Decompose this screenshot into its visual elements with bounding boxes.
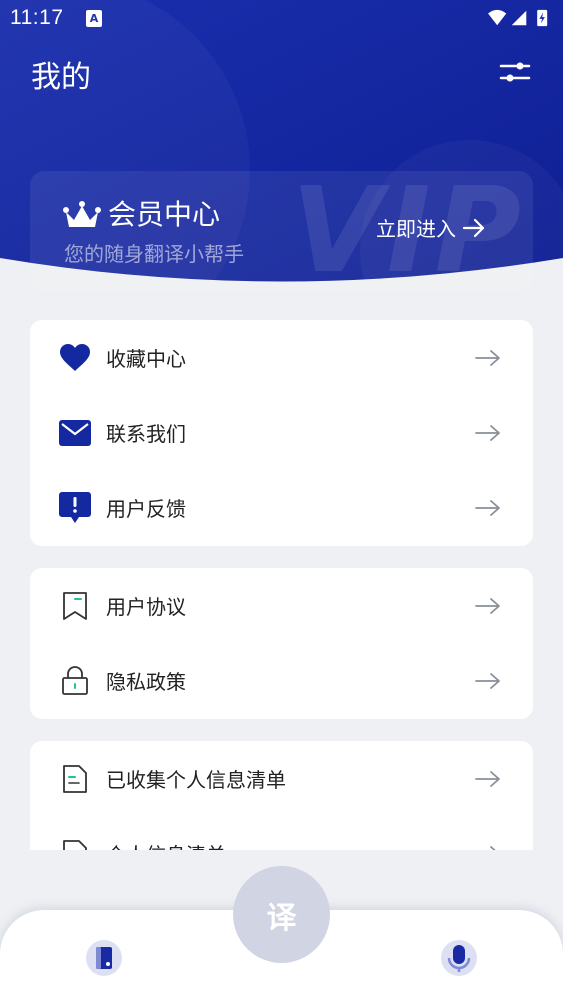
- vip-card[interactable]: VIP 会员中心 您的随身翻译小帮手 立即进入: [30, 171, 533, 291]
- translate-button[interactable]: 译: [233, 866, 330, 963]
- document-icon: [58, 762, 92, 796]
- feedback-icon: [58, 491, 92, 525]
- arrow-right-icon: [475, 424, 500, 441]
- menu-item-label: 用户反馈: [106, 497, 186, 521]
- arrow-right-icon: [475, 770, 500, 787]
- menu-item-feedback[interactable]: 用户反馈: [30, 470, 533, 545]
- vip-enter-button[interactable]: 立即进入: [376, 213, 486, 242]
- arrow-right-icon: [475, 349, 500, 366]
- notification-icon: A: [86, 10, 102, 27]
- lock-icon: [58, 664, 92, 698]
- menu-item-label: 隐私政策: [106, 670, 186, 694]
- wifi-icon: [488, 9, 507, 26]
- arrow-right-icon: [475, 597, 500, 614]
- vip-subtitle: 您的随身翻译小帮手: [64, 242, 244, 266]
- menu-card-primary: 收藏中心 联系我们 用户反馈: [30, 320, 533, 546]
- signal-icon: [511, 10, 527, 26]
- menu-item-label: 已收集个人信息清单: [106, 768, 286, 792]
- menu-item-favorites[interactable]: 收藏中心: [30, 320, 533, 395]
- battery-icon: [537, 9, 548, 27]
- status-bar: 11:17 A: [0, 0, 563, 38]
- menu-item-collected-info-list[interactable]: 已收集个人信息清单: [30, 741, 533, 816]
- menu-item-contact[interactable]: 联系我们: [30, 395, 533, 470]
- tab-microphone-icon[interactable]: [439, 938, 479, 978]
- menu-item-label: 联系我们: [106, 422, 186, 446]
- crown-icon: [63, 201, 101, 227]
- tab-book-icon[interactable]: [84, 938, 124, 978]
- menu-item-privacy-policy[interactable]: 隐私政策: [30, 643, 533, 718]
- translate-label: 译: [266, 900, 297, 936]
- menu-item-user-agreement[interactable]: 用户协议: [30, 568, 533, 643]
- heart-icon: [58, 341, 92, 375]
- menu-card-legal: 用户协议 隐私政策: [30, 568, 533, 719]
- settings-sliders-icon[interactable]: [499, 58, 531, 86]
- header: 11:17 A 我的 VIP 会员中心 您的随身翻译小帮手 立即进入: [0, 0, 563, 300]
- arrow-right-icon: [475, 672, 500, 689]
- mail-icon: [58, 416, 92, 450]
- page-title: 我的: [31, 60, 91, 95]
- menu-item-label: 用户协议: [106, 595, 186, 619]
- menu-item-label: 收藏中心: [106, 347, 186, 371]
- vip-enter-label: 立即进入: [376, 217, 456, 241]
- status-time: 11:17: [10, 6, 64, 29]
- status-icons: [488, 9, 548, 27]
- arrow-right-icon: [462, 218, 485, 237]
- vip-title: 会员中心: [108, 198, 221, 231]
- bookmark-icon: [58, 589, 92, 623]
- arrow-right-icon: [475, 499, 500, 516]
